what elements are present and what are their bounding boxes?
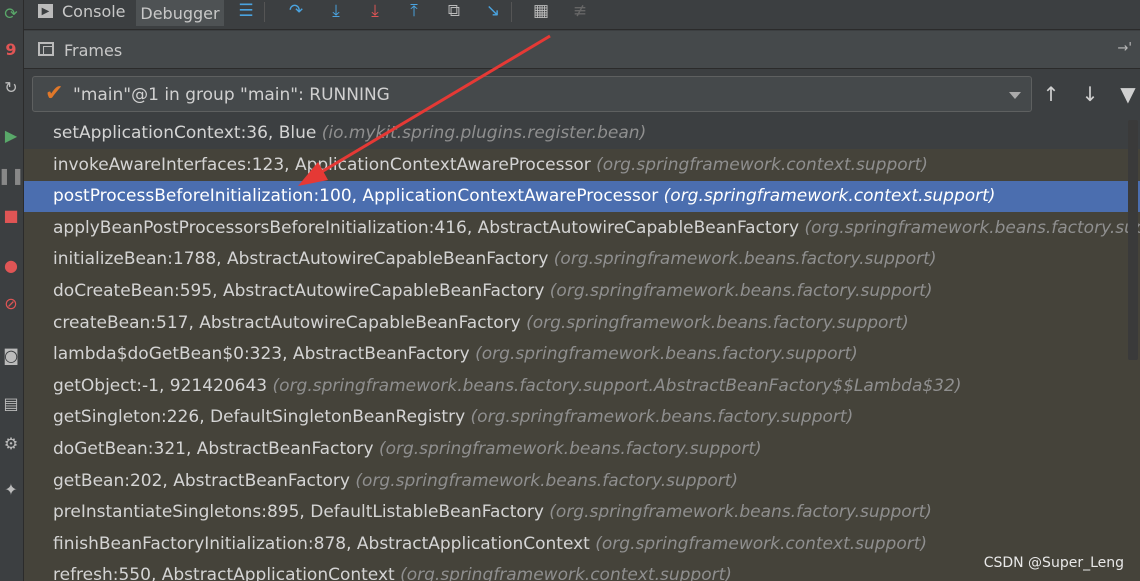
- frame-package: (org.springframework.beans.factory.suppo…: [526, 312, 909, 333]
- frame-row[interactable]: initializeBean:1788, AbstractAutowireCap…: [24, 244, 1140, 275]
- arrow-up-icon[interactable]: ↑: [1037, 80, 1065, 108]
- frame-method: invokeAwareInterfaces:123, ApplicationCo…: [53, 154, 591, 175]
- frame-package: (org.springframework.beans.factory.suppo…: [272, 375, 962, 396]
- frame-row[interactable]: preInstantiateSingletons:895, DefaultLis…: [24, 497, 1140, 528]
- frame-method: preInstantiateSingletons:895, DefaultLis…: [53, 502, 544, 523]
- evaluate-expression-icon[interactable]: ▦: [529, 0, 553, 22]
- frame-method: setApplicationContext:36, Blue: [53, 123, 317, 143]
- tab-debugger[interactable]: Debugger: [136, 0, 224, 26]
- frame-package: (org.springframework.context.support): [596, 154, 928, 175]
- frame-package: (org.springframework.beans.factory.suppo…: [355, 470, 739, 491]
- chevron-down-icon: [1009, 92, 1021, 99]
- force-step-into-icon[interactable]: ⤓: [363, 0, 387, 22]
- toolbar-divider: [264, 2, 265, 22]
- restart-icon[interactable]: 9: [0, 38, 22, 60]
- frame-package: (io.mykit.spring.plugins.register.bean): [321, 123, 647, 143]
- run-to-cursor-icon[interactable]: ↘: [481, 0, 505, 22]
- breakpoints-icon[interactable]: ●: [0, 254, 22, 276]
- mute-breakpoints-icon[interactable]: ⊘: [0, 292, 22, 314]
- arrow-down-icon[interactable]: ↓: [1076, 80, 1104, 108]
- step-out-icon[interactable]: ⤒: [402, 0, 426, 22]
- pin-icon[interactable]: ✦: [0, 478, 22, 500]
- menu-icon[interactable]: ☰: [234, 0, 258, 22]
- debug-toolbar: ▶ Console Debugger ☰ ↷ ⤓ ⤓ ⤒ ⧉ ↘ ▦ ≢: [24, 0, 1140, 30]
- thread-selector-label: "main"@1 in group "main": RUNNING: [73, 85, 390, 105]
- stop-icon[interactable]: ■: [0, 204, 22, 226]
- resume-icon[interactable]: ▶: [0, 124, 22, 146]
- thread-selector-row: ✔ "main"@1 in group "main": RUNNING ↑ ↓ …: [24, 70, 1140, 120]
- hide-panel-icon[interactable]: →': [1118, 41, 1132, 56]
- frame-row[interactable]: createBean:517, AbstractAutowireCapableB…: [24, 308, 1140, 339]
- frame-row[interactable]: getObject:-1, 921420643 (org.springframe…: [24, 371, 1140, 402]
- layout-icon[interactable]: ▤: [0, 392, 22, 414]
- reload-icon[interactable]: ↻: [0, 76, 22, 98]
- frame-method: doCreateBean:595, AbstractAutowireCapabl…: [53, 281, 545, 301]
- frame-package: (org.springframework.beans.factory.suppo…: [475, 344, 858, 365]
- frame-method: refresh:550, AbstractApplicationContext: [53, 565, 395, 581]
- watermark: CSDN @Super_Leng: [983, 555, 1124, 571]
- frame-row-selected[interactable]: postProcessBeforeInitialization:100, App…: [24, 181, 1140, 213]
- frame-method: initializeBean:1788, AbstractAutowireCap…: [53, 249, 549, 270]
- frame-method: doGetBean:321, AbstractBeanFactory: [53, 439, 374, 459]
- thread-selector[interactable]: ✔ "main"@1 in group "main": RUNNING: [32, 76, 1032, 112]
- debug-side-toolbar: ⟳ 9 ↻ ▶ ❚❚ ■ ● ⊘ ◙ ▤ ⚙ ✦: [0, 0, 24, 581]
- toolbar-divider: [511, 2, 512, 22]
- check-icon: ✔: [45, 81, 64, 106]
- frame-row[interactable]: getBean:202, AbstractBeanFactory (org.sp…: [24, 466, 1140, 497]
- trace-icon[interactable]: ≢: [568, 0, 592, 22]
- frame-method: createBean:517, AbstractAutowireCapableB…: [53, 312, 521, 333]
- frame-package: (org.springframework.context.support): [663, 186, 996, 207]
- frame-row[interactable]: finishBeanFactoryInitialization:878, Abs…: [24, 529, 1140, 560]
- frame-package: (org.springframework.context.support): [595, 533, 928, 554]
- frame-row[interactable]: setApplicationContext:36, Blue (io.mykit…: [24, 120, 1140, 149]
- frame-method: finishBeanFactoryInitialization:878, Abs…: [53, 533, 590, 554]
- step-over-icon[interactable]: ↷: [284, 0, 308, 22]
- pause-icon[interactable]: ❚❚: [0, 164, 24, 186]
- frames-scrollbar[interactable]: [1128, 120, 1138, 360]
- drop-frame-icon[interactable]: ⧉: [442, 0, 466, 22]
- rerun-icon[interactable]: ⟳: [0, 2, 22, 24]
- console-icon: ▶: [38, 4, 53, 18]
- frame-package: (org.springframework.beans.factory.suppo…: [804, 217, 1140, 238]
- frame-row[interactable]: lambda$doGetBean$0:323, AbstractBeanFact…: [24, 339, 1140, 370]
- frame-row[interactable]: doGetBean:321, AbstractBeanFactory (org.…: [24, 434, 1140, 465]
- frames-panel-header: Frames →': [24, 31, 1140, 69]
- frame-package: (org.springframework.beans.factory.suppo…: [553, 249, 937, 270]
- frame-package: (org.springframework.context.support): [400, 565, 732, 581]
- frame-method: getObject:-1, 921420643: [53, 375, 268, 396]
- frame-row[interactable]: refresh:550, AbstractApplicationContext …: [24, 560, 1140, 581]
- frames-list: setApplicationContext:36, Blue (io.mykit…: [24, 120, 1140, 581]
- tab-console-label: Console: [62, 1, 126, 21]
- frame-package: (org.springframework.beans.factory.suppo…: [470, 407, 854, 428]
- frames-title: Frames: [64, 41, 123, 60]
- frame-method: lambda$doGetBean$0:323, AbstractBeanFact…: [53, 344, 470, 365]
- frame-method: postProcessBeforeInitialization:100, App…: [53, 186, 659, 207]
- camera-icon[interactable]: ◙: [0, 344, 22, 366]
- filter-icon[interactable]: ▼: [1114, 80, 1140, 108]
- tab-debugger-label: Debugger: [140, 3, 220, 23]
- frame-method: getSingleton:226, DefaultSingletonBeanRe…: [53, 407, 466, 428]
- frame-package: (org.springframework.beans.factory.suppo…: [549, 281, 933, 301]
- frame-row[interactable]: doCreateBean:595, AbstractAutowireCapabl…: [24, 276, 1140, 307]
- step-into-icon[interactable]: ⤓: [324, 0, 348, 22]
- frame-method: applyBeanPostProcessorsBeforeInitializat…: [53, 217, 800, 238]
- settings-icon[interactable]: ⚙: [0, 432, 22, 454]
- frame-package: (org.springframework.beans.factory.suppo…: [549, 502, 932, 523]
- frame-row[interactable]: getSingleton:226, DefaultSingletonBeanRe…: [24, 402, 1140, 433]
- frame-row[interactable]: invokeAwareInterfaces:123, ApplicationCo…: [24, 150, 1140, 181]
- frames-icon: [38, 42, 54, 56]
- frame-row[interactable]: applyBeanPostProcessorsBeforeInitializat…: [24, 213, 1140, 244]
- frame-method: getBean:202, AbstractBeanFactory: [53, 470, 350, 491]
- tab-console[interactable]: ▶ Console: [38, 0, 126, 22]
- frame-package: (org.springframework.beans.factory.suppo…: [378, 439, 762, 459]
